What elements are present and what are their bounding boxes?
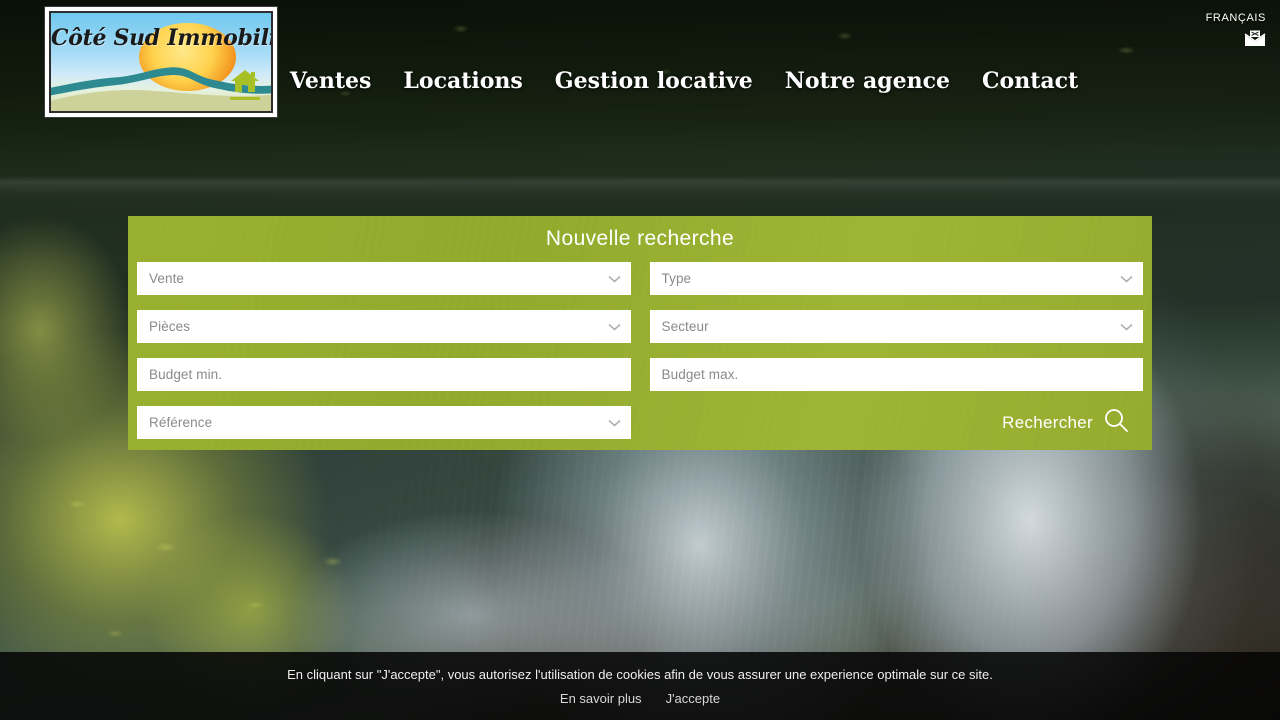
nav-label: Contact: [982, 68, 1079, 94]
budget-min-input[interactable]: Budget min.: [137, 358, 631, 391]
reference-select[interactable]: Référence: [137, 406, 631, 439]
home-icon: [230, 68, 260, 94]
search-icon: [1103, 407, 1129, 438]
reference-value: Référence: [149, 415, 213, 430]
nav-item-locations[interactable]: Locations: [387, 60, 538, 102]
chevron-down-icon: [607, 275, 621, 283]
budget-max-input[interactable]: Budget max.: [649, 358, 1143, 391]
property-search-panel: Nouvelle recherche Vente Type Pièces Sec…: [128, 216, 1152, 450]
cookie-learn-more-link[interactable]: En savoir plus: [560, 691, 642, 706]
search-panel-title: Nouvelle recherche: [545, 227, 735, 250]
search-button-label: Rechercher: [1002, 412, 1093, 432]
sector-select[interactable]: Secteur: [649, 310, 1143, 343]
main-navigation: Ventes Locations Gestion locative Notre …: [0, 60, 1280, 102]
nav-item-notre-agence[interactable]: Notre agence: [769, 60, 966, 102]
property-type-select[interactable]: Type: [649, 262, 1143, 295]
cookie-actions: En savoir plus J'accepte: [560, 691, 720, 706]
cookie-consent-banner: En cliquant sur "J'accepte", vous autori…: [0, 652, 1280, 720]
site-header: Côté Sud Immobilier FRANÇAIS Vent: [0, 0, 1280, 128]
chevron-down-icon: [607, 419, 621, 427]
sector-value: Secteur: [661, 319, 709, 334]
transaction-type-select[interactable]: Vente: [137, 262, 631, 295]
envelope-icon[interactable]: [1244, 30, 1266, 47]
transaction-type-value: Vente: [149, 271, 185, 286]
nav-item-ventes[interactable]: Ventes: [274, 60, 388, 102]
chevron-down-icon: [1120, 323, 1133, 331]
property-type-value: Type: [661, 271, 692, 286]
nav-label: Locations: [403, 68, 523, 94]
chevron-down-icon: [607, 323, 621, 331]
search-button[interactable]: Rechercher: [650, 406, 1144, 439]
logo-wordmark: Côté Sud Immobilier: [51, 24, 271, 51]
cookie-message: En cliquant sur "J'accepte", vous autori…: [287, 666, 993, 682]
nav-label: Gestion locative: [554, 68, 753, 94]
rooms-select[interactable]: Pièces: [137, 310, 631, 343]
nav-item-home[interactable]: [216, 60, 274, 100]
nav-active-indicator: [229, 97, 260, 100]
nav-label: Ventes: [289, 68, 372, 94]
budget-max-placeholder: Budget max.: [661, 367, 739, 382]
nav-item-gestion-locative[interactable]: Gestion locative: [539, 60, 769, 102]
search-form: Vente Type Pièces Secteur Budget min. Bu…: [137, 262, 1143, 439]
rooms-value: Pièces: [149, 319, 191, 334]
chevron-down-icon: [1120, 275, 1133, 283]
language-selector[interactable]: FRANÇAIS: [1206, 12, 1266, 52]
nav-item-contact[interactable]: Contact: [966, 60, 1094, 102]
nav-label: Notre agence: [784, 68, 951, 94]
language-label: FRANÇAIS: [1205, 12, 1266, 24]
cookie-accept-button[interactable]: J'accepte: [666, 691, 721, 706]
budget-min-placeholder: Budget min.: [149, 367, 223, 382]
